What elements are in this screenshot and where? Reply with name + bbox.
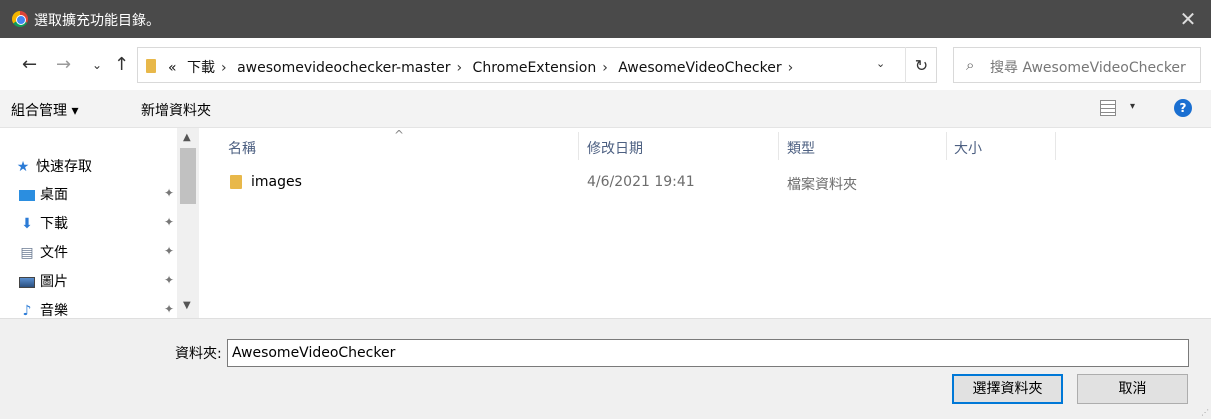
sidebar-item-documents[interactable]: ▤ 文件 — [18, 242, 68, 262]
sidebar-item-quick-access[interactable]: ★ 快速存取 — [14, 156, 92, 176]
address-dropdown-chevron-icon[interactable]: ⌄ — [876, 57, 885, 70]
column-divider[interactable] — [578, 132, 579, 160]
pin-icon[interactable]: ✦ — [164, 215, 174, 229]
music-icon: ♪ — [22, 303, 32, 319]
folder-label: 資料夾: — [175, 346, 222, 362]
search-box[interactable]: ⌕ 搜尋 AwesomeVideoChecker — [953, 47, 1201, 83]
sidebar-item-pictures[interactable]: 圖片 — [18, 271, 68, 291]
pin-icon[interactable]: ✦ — [164, 273, 174, 287]
back-arrow-icon[interactable]: ← — [22, 54, 37, 75]
breadcrumb-separator[interactable]: › — [788, 60, 794, 76]
sidebar-item-downloads[interactable]: ⬇ 下載 — [18, 213, 68, 233]
sidebar-item-label: 文件 — [40, 245, 68, 261]
folder-icon — [146, 59, 156, 73]
sidebar-item-label: 音樂 — [40, 303, 68, 319]
file-list: ^ 名稱 修改日期 類型 大小 images 4/6/2021 19:41 檔案… — [204, 128, 1211, 318]
breadcrumb-item-master[interactable]: awesomevideochecker-master — [237, 60, 450, 76]
pin-icon[interactable]: ✦ — [164, 244, 174, 258]
column-header-name[interactable]: 名稱 — [228, 138, 256, 158]
sidebar-item-label: 快速存取 — [36, 159, 92, 175]
refresh-button[interactable]: ↻ — [905, 47, 937, 83]
title-bar: 選取擴充功能目錄。 ✕ — [0, 0, 1211, 38]
chrome-icon — [12, 11, 28, 27]
sidebar-scrollbar[interactable]: ▲ ▼ — [177, 128, 199, 318]
breadcrumb-overflow[interactable]: « — [168, 60, 177, 76]
breadcrumb: « 下載 › awesomevideochecker-master › Chrome… — [168, 57, 799, 77]
sidebar-item-label: 桌面 — [40, 187, 68, 203]
navigation-bar: ← → ⌄ ↑ « 下載 › awesomevideochecker-master… — [0, 38, 1211, 90]
breadcrumb-separator[interactable]: › — [602, 60, 608, 76]
star-icon: ★ — [16, 159, 30, 175]
sidebar-item-desktop[interactable]: 桌面 — [18, 184, 68, 204]
search-placeholder: 搜尋 AwesomeVideoChecker — [990, 60, 1186, 76]
pin-icon[interactable]: ✦ — [164, 302, 174, 316]
column-header-modified[interactable]: 修改日期 — [587, 138, 643, 158]
pin-icon[interactable]: ✦ — [164, 186, 174, 200]
column-divider[interactable] — [946, 132, 947, 160]
view-options-icon[interactable] — [1100, 100, 1116, 116]
organize-button[interactable]: 組合管理 ▾ — [11, 100, 78, 120]
folder-icon — [230, 175, 242, 189]
up-arrow-icon[interactable]: ↑ — [114, 54, 129, 75]
resize-grip-icon[interactable]: ⋰ — [1201, 408, 1209, 417]
scroll-up-icon[interactable]: ▲ — [183, 132, 191, 143]
breadcrumb-separator[interactable]: › — [221, 60, 227, 76]
new-folder-button[interactable]: 新增資料夾 — [141, 100, 211, 120]
breadcrumb-item-downloads[interactable]: 下載 — [187, 60, 215, 76]
sort-ascending-icon: ^ — [394, 128, 405, 142]
file-name: images — [251, 174, 302, 190]
folder-name-input[interactable] — [227, 339, 1189, 367]
view-dropdown-chevron-icon[interactable]: ▾ — [1130, 101, 1135, 112]
sidebar-item-label: 下載 — [40, 216, 68, 232]
download-icon: ⬇ — [21, 216, 33, 232]
document-icon: ▤ — [20, 245, 34, 261]
pictures-icon — [18, 274, 36, 290]
file-type: 檔案資料夾 — [787, 177, 857, 193]
table-row[interactable]: images 4/6/2021 19:41 檔案資料夾 — [204, 170, 1211, 194]
sidebar-item-music[interactable]: ♪ 音樂 — [18, 300, 68, 320]
breadcrumb-item-chromeextension[interactable]: ChromeExtension — [473, 60, 597, 76]
sidebar-item-label: 圖片 — [40, 274, 68, 290]
column-header-type[interactable]: 類型 — [787, 138, 815, 158]
column-header-size[interactable]: 大小 — [954, 138, 982, 158]
navigation-pane: ★ 快速存取 桌面 ✦ ⬇ 下載 ✦ ▤ 文件 ✦ 圖片 ✦ ♪ 音樂 ✦ ▲ ▼ — [0, 128, 204, 320]
recent-locations-chevron-icon[interactable]: ⌄ — [92, 58, 102, 72]
column-divider[interactable] — [1055, 132, 1056, 160]
close-button[interactable]: ✕ — [1165, 0, 1211, 38]
cancel-button[interactable]: 取消 — [1077, 374, 1188, 404]
file-modified: 4/6/2021 19:41 — [587, 174, 695, 190]
column-divider[interactable] — [778, 132, 779, 160]
desktop-icon — [18, 187, 36, 203]
search-icon: ⌕ — [966, 56, 975, 74]
forward-arrow-icon[interactable]: → — [56, 54, 71, 75]
dialog-footer: 資料夾: 選擇資料夾 取消 ⋰ — [0, 318, 1211, 419]
scrollbar-thumb[interactable] — [180, 148, 196, 204]
select-folder-button[interactable]: 選擇資料夾 — [952, 374, 1063, 404]
breadcrumb-item-awesomevideochecker[interactable]: AwesomeVideoChecker — [618, 60, 781, 76]
help-icon[interactable]: ? — [1174, 99, 1192, 117]
command-bar: 組合管理 ▾ 新增資料夾 ▾ ? — [0, 90, 1211, 128]
scroll-down-icon[interactable]: ▼ — [183, 300, 191, 311]
window-title: 選取擴充功能目錄。 — [34, 13, 160, 29]
breadcrumb-separator[interactable]: › — [456, 60, 462, 76]
address-bar[interactable]: « 下載 › awesomevideochecker-master › Chrome… — [137, 47, 937, 83]
